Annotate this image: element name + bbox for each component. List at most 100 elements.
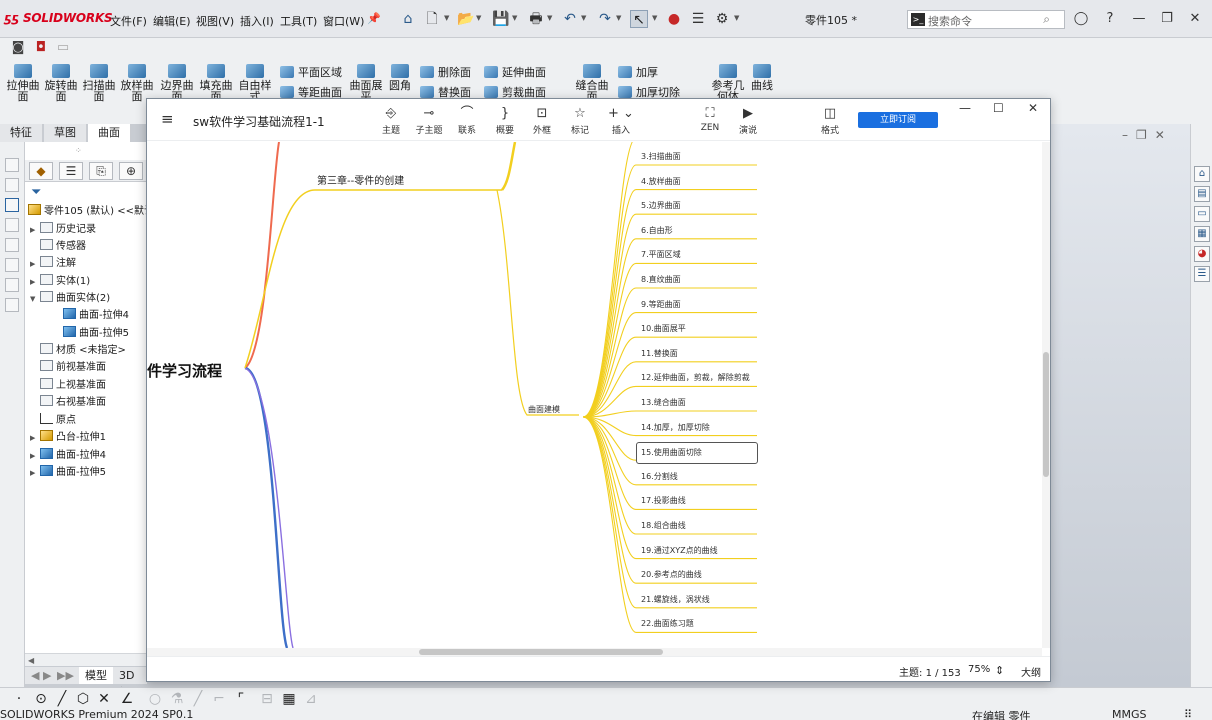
- extend-surface-button[interactable]: 延伸曲面: [484, 64, 546, 80]
- tab-scroll-right-icon[interactable]: ▶: [37, 667, 51, 684]
- tree-node-surface-extrude5[interactable]: ▶ 曲面-拉伸5: [30, 465, 106, 480]
- subscribe-button[interactable]: 立即订阅: [858, 112, 938, 128]
- select-caret-icon[interactable]: ▼: [652, 14, 657, 22]
- vertical-scrollbar[interactable]: [1042, 142, 1050, 648]
- home-icon[interactable]: ⌂: [399, 10, 417, 28]
- undo-caret-icon[interactable]: ▼: [581, 14, 586, 22]
- tree-node-material[interactable]: 材质 <未指定>: [30, 343, 126, 357]
- leaf-topic[interactable]: 16.分割线: [641, 471, 756, 482]
- strip-tool-icon[interactable]: [5, 158, 19, 172]
- strip-tool-icon[interactable]: [5, 298, 19, 312]
- strip-tool-icon[interactable]: [5, 238, 19, 252]
- tree-horizontal-scrollbar[interactable]: ◀: [25, 653, 147, 666]
- menu-view[interactable]: 视图(V): [196, 13, 234, 29]
- tree-node-history[interactable]: ▶ 历史记录: [30, 222, 96, 237]
- undo-icon[interactable]: ↶: [561, 10, 579, 28]
- open-caret-icon[interactable]: ▼: [476, 14, 481, 22]
- close-icon[interactable]: ✕: [1186, 10, 1204, 28]
- user-account-icon[interactable]: ◯: [1072, 10, 1090, 28]
- options-gear-icon[interactable]: ⚙: [713, 10, 731, 28]
- redo-icon[interactable]: ↷: [596, 10, 614, 28]
- open-icon[interactable]: 📂: [457, 10, 475, 28]
- property-manager-tab-icon[interactable]: ☰: [59, 162, 83, 180]
- surface-modeling-topic[interactable]: 曲面建模: [528, 404, 560, 415]
- tab-surfaces[interactable]: 曲面: [88, 124, 131, 142]
- leaf-topic[interactable]: 10.曲面展平: [641, 323, 756, 334]
- revolve-surface-button[interactable]: 旋转曲面: [42, 64, 80, 102]
- marker-button[interactable]: ☆ 标记: [558, 106, 602, 136]
- tree-node-surface-extrude4-body[interactable]: 曲面-拉伸4: [63, 308, 129, 322]
- restore-icon[interactable]: ❐: [1158, 10, 1176, 28]
- viewport-window-controls[interactable]: –❐✕: [1122, 128, 1173, 142]
- root-topic[interactable]: 件学习流程: [147, 360, 222, 381]
- options-caret-icon[interactable]: ▼: [734, 14, 739, 22]
- freeform-button[interactable]: 自由样式: [236, 64, 274, 102]
- circle-icon[interactable]: ⊙: [32, 690, 50, 708]
- leaf-topic[interactable]: 15.使用曲面切除: [636, 442, 758, 465]
- tree-node-surface-extrude4[interactable]: ▶ 曲面-拉伸4: [30, 448, 106, 463]
- leaf-topic[interactable]: 7.平面区域: [641, 249, 756, 260]
- custom-properties-icon[interactable]: ☰: [1194, 266, 1210, 282]
- dimxpert-tab-icon[interactable]: ⊕: [119, 162, 143, 180]
- tree-node-origin[interactable]: 原点: [30, 413, 76, 427]
- fill-surface-button[interactable]: 填充曲面: [197, 64, 235, 102]
- extrude-surface-button[interactable]: 拉伸曲面: [4, 64, 42, 102]
- tree-node-sensors[interactable]: 传感器: [30, 239, 86, 253]
- redo-caret-icon[interactable]: ▼: [616, 14, 621, 22]
- tree-node-top-plane[interactable]: 上视基准面: [30, 378, 106, 392]
- pin-icon[interactable]: 📌: [365, 10, 383, 28]
- mindmap-close-icon[interactable]: ✕: [1028, 101, 1038, 115]
- format-button[interactable]: ◫ 格式: [808, 106, 852, 136]
- menu-insert[interactable]: 插入(I): [240, 13, 274, 29]
- leaf-topic[interactable]: 13.缝合曲面: [641, 397, 756, 408]
- filter-icon[interactable]: ⏷: [31, 185, 41, 200]
- leaf-topic[interactable]: 12.延伸曲面，剪裁，解除剪裁: [641, 372, 756, 383]
- leaf-topic[interactable]: 4.放样曲面: [641, 176, 756, 187]
- tree-node-surface-extrude5-body[interactable]: 曲面-拉伸5: [63, 326, 129, 340]
- appearances-icon[interactable]: ◕: [1194, 246, 1210, 262]
- strip-tool-icon[interactable]: [5, 258, 19, 272]
- curves-button[interactable]: 曲线: [746, 64, 778, 91]
- leaf-topic[interactable]: 5.边界曲面: [641, 200, 756, 211]
- loft-surface-button[interactable]: 放样曲面: [118, 64, 156, 102]
- tab-sketch[interactable]: 草图: [44, 124, 87, 142]
- tab-scroll-left-icon[interactable]: ◀: [25, 667, 39, 684]
- zoom-stepper-icon[interactable]: ⇕: [995, 664, 1004, 677]
- unit-system[interactable]: MMGS: [1112, 709, 1147, 720]
- mindmap-canvas[interactable]: 件学习流程 第三章--零件的创建 曲面建模 3.扫描曲面 4.放样曲面 5.边界曲面…: [147, 142, 1050, 648]
- planar-surface-button[interactable]: 平面区域: [280, 64, 342, 80]
- surface-flatten-button[interactable]: 曲面展平: [347, 64, 385, 102]
- horizontal-scrollbar[interactable]: [147, 648, 1042, 656]
- tree-node-annotations[interactable]: ▶ 注解: [30, 256, 76, 271]
- search-icon[interactable]: ⌕: [1043, 12, 1050, 27]
- configuration-manager-tab-icon[interactable]: ⎘: [89, 162, 113, 180]
- print-caret-icon[interactable]: ▼: [547, 14, 552, 22]
- menu-icon[interactable]: ≡: [161, 110, 174, 128]
- leaf-topic[interactable]: 20.参考点的曲线: [641, 569, 756, 580]
- design-library-icon[interactable]: ▤: [1194, 186, 1210, 202]
- save-icon[interactable]: 💾: [492, 10, 510, 28]
- traffic-light-icon[interactable]: ●: [665, 10, 683, 28]
- leaf-topic[interactable]: 17.投影曲线: [641, 495, 756, 506]
- select-cursor-icon[interactable]: ↖: [630, 10, 648, 28]
- layout-icon[interactable]: ▭: [55, 40, 71, 56]
- leaf-topic[interactable]: 11.替换面: [641, 348, 756, 359]
- tree-node-front-plane[interactable]: 前视基准面: [30, 360, 106, 374]
- fillet-button[interactable]: 圆角: [384, 64, 416, 91]
- mindmap-maximize-icon[interactable]: ☐: [993, 101, 1004, 115]
- record-icon[interactable]: ◘: [33, 40, 49, 56]
- menu-window[interactable]: 窗口(W): [323, 13, 364, 29]
- file-properties-icon[interactable]: ☰: [689, 10, 707, 28]
- zoom-level[interactable]: 75%: [968, 664, 990, 675]
- tree-node-boss-extrude1[interactable]: ▶ 凸台-拉伸1: [30, 430, 106, 445]
- chapter-topic[interactable]: 第三章--零件的创建: [317, 172, 404, 187]
- solidworks-resources-icon[interactable]: ⌂: [1194, 166, 1210, 182]
- leaf-topic[interactable]: 9.等距曲面: [641, 299, 756, 310]
- file-explorer-icon[interactable]: ▭: [1194, 206, 1210, 222]
- new-caret-icon[interactable]: ▼: [444, 14, 449, 22]
- smart-dimension-icon[interactable]: ∠: [118, 690, 136, 708]
- menu-tools[interactable]: 工具(T): [280, 13, 317, 29]
- reference-geometry-button[interactable]: 参考几何体: [708, 64, 748, 102]
- leaf-topic[interactable]: 22.曲面练习题: [641, 618, 756, 629]
- tab-features[interactable]: 特征: [0, 124, 43, 142]
